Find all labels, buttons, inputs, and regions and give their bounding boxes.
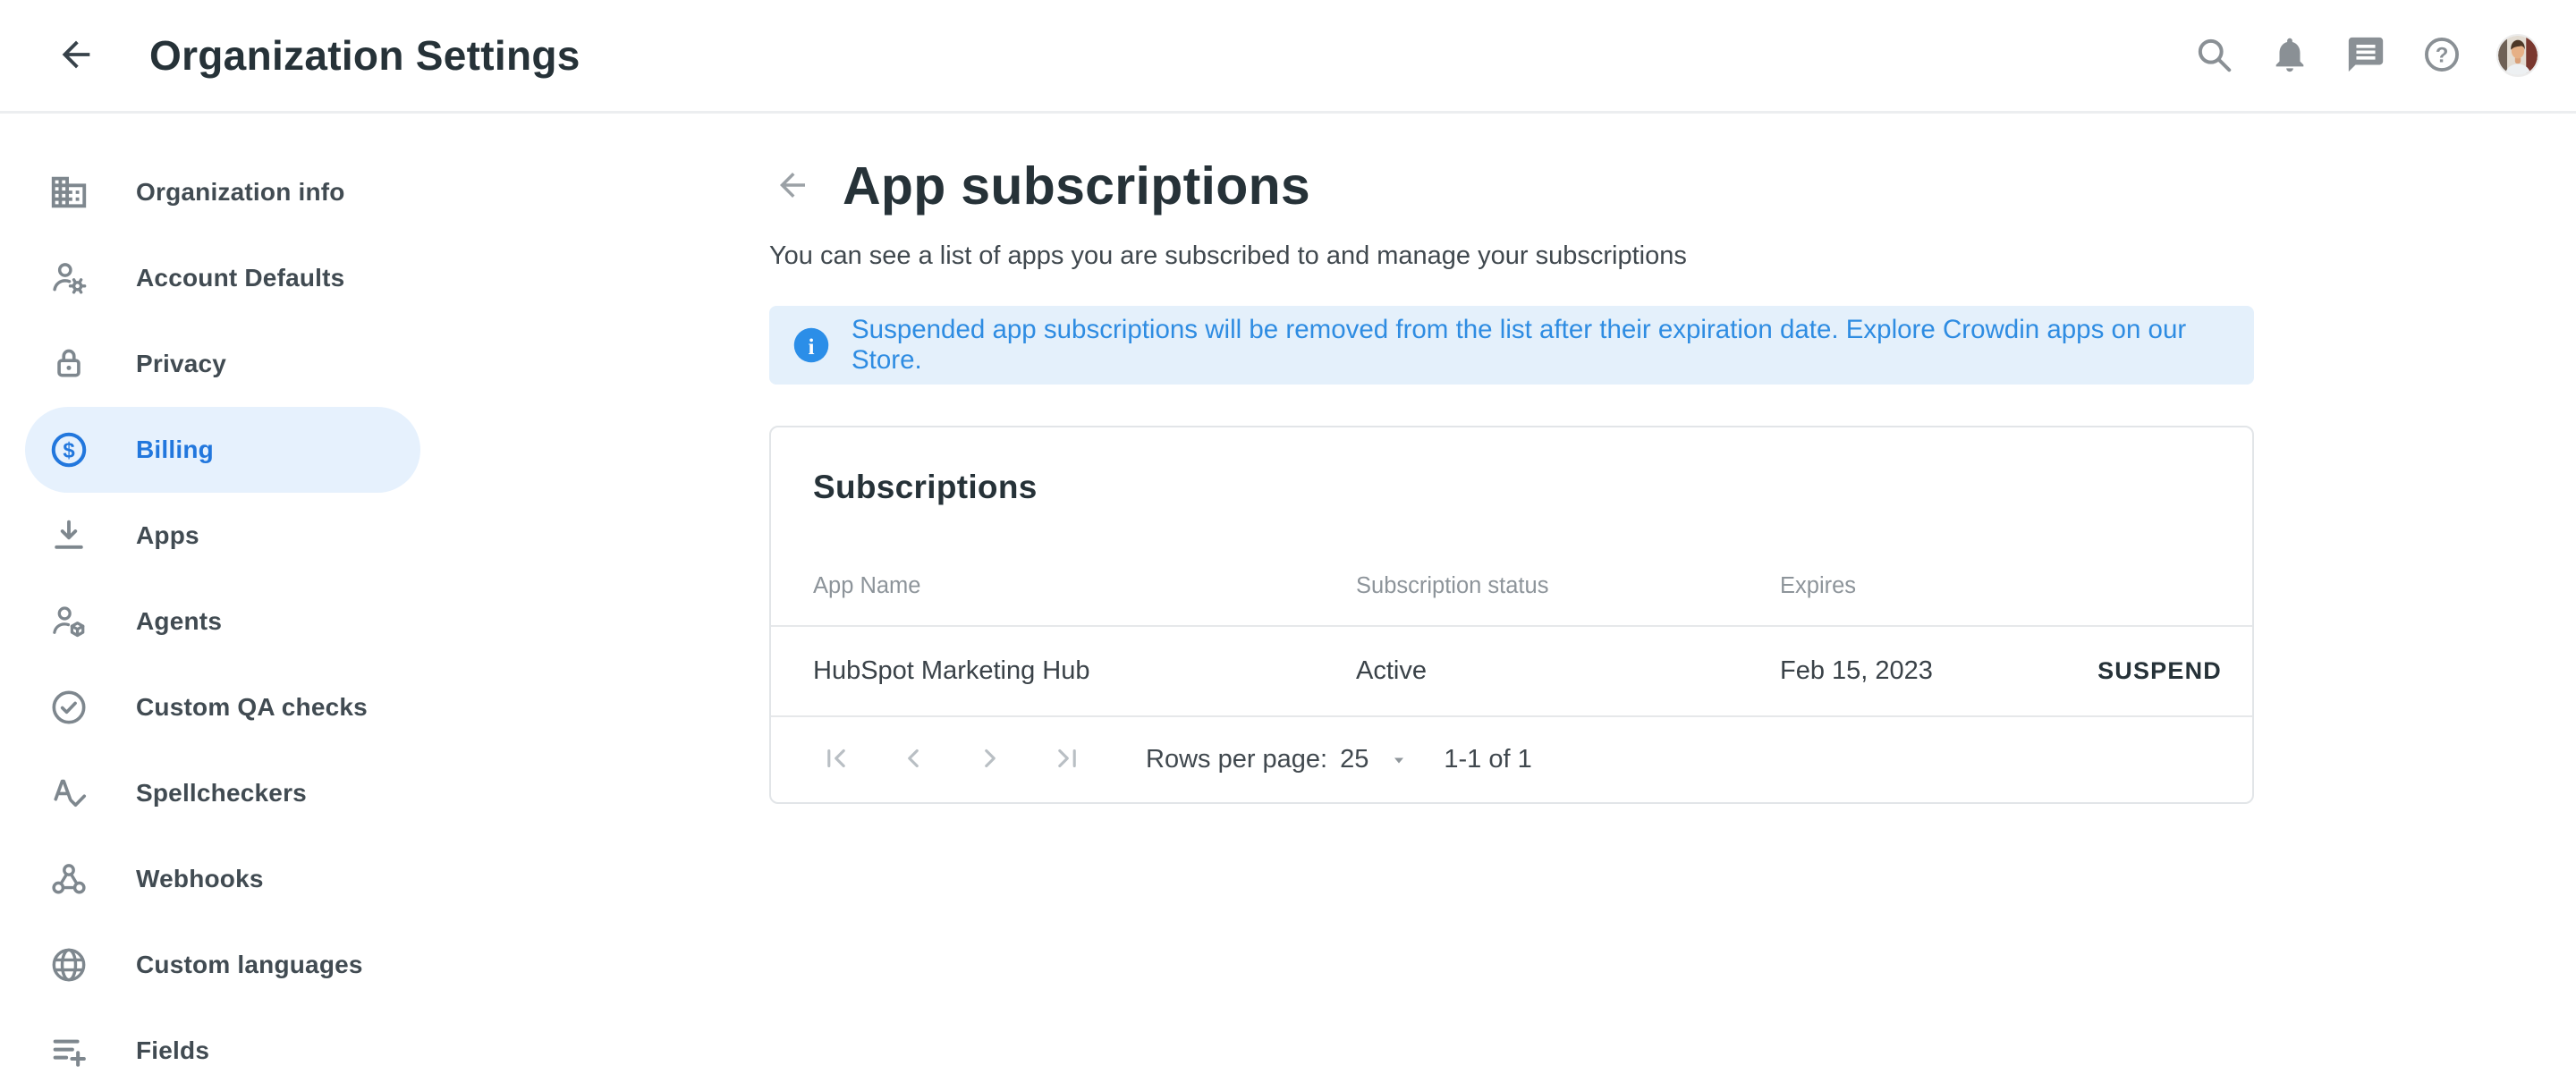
sidebar-item-custom-qa-checks[interactable]: Custom QA checks [25,664,420,750]
help-icon: ? [2421,34,2462,78]
svg-text:$: $ [63,439,74,463]
sidebar-item-agents[interactable]: Agents [25,579,420,664]
sidebar-item-label: Webhooks [136,865,264,893]
bell-icon [2269,34,2310,78]
sidebar-item-label: Privacy [136,350,226,378]
lock-icon [48,343,89,385]
sidebar-item-webhooks[interactable]: Webhooks [25,836,420,922]
sidebar-item-label: Fields [136,1036,209,1065]
previous-page-button[interactable] [894,740,933,780]
sidebar-item-account-defaults[interactable]: Account Defaults [25,235,420,321]
sidebar-item-label: Custom QA checks [136,693,368,722]
sidebar-item-label: Account Defaults [136,264,344,292]
check-circle-icon [48,687,89,728]
cell-expires: Feb 15, 2023 [1780,656,2096,686]
topbar: Organization Settings [0,0,2576,114]
sidebar-item-label: Custom languages [136,951,363,979]
dollar-circle-icon: $ [48,429,89,470]
notifications-button[interactable] [2268,34,2311,77]
section-subtitle: You can see a list of apps you are subsc… [769,241,2254,271]
globe-icon [48,944,89,985]
chevron-left-icon [898,743,928,776]
sidebar-item-spellcheckers[interactable]: Spellcheckers [25,750,420,836]
cell-app-name: HubSpot Marketing Hub [813,656,1356,686]
main-content: App subscriptions You can see a list of … [769,114,2254,804]
column-header-app-name: App Name [813,573,1356,599]
card-title: Subscriptions [813,469,2252,506]
chevron-down-icon [1388,749,1410,771]
section-back-button[interactable] [771,165,814,207]
back-button[interactable] [54,33,98,78]
sidebar-item-label: Apps [136,521,199,550]
info-banner: i Suspended app subscriptions will be re… [769,306,2254,385]
next-page-button[interactable] [970,740,1010,780]
topbar-actions: ? [2159,34,2539,77]
info-banner-text: Suspended app subscriptions will be remo… [852,315,2227,376]
page-title: Organization Settings [149,31,580,80]
pagination-bar: Rows per page: 25 1-1 of 1 [771,717,2252,802]
messages-button[interactable] [2344,34,2387,77]
sidebar-item-label: Spellcheckers [136,779,307,808]
sidebar-item-billing[interactable]: $ Billing [25,407,420,493]
download-icon [48,515,89,556]
sidebar-item-label: Agents [136,607,222,636]
sidebar-item-label: Organization info [136,178,345,207]
column-header-expires: Expires [1780,573,2224,599]
svg-text:?: ? [2436,43,2449,67]
pagination-range: 1-1 of 1 [1444,745,1531,774]
sidebar-item-label: Billing [136,436,214,464]
playlist-add-icon [48,1030,89,1071]
last-page-button[interactable] [1047,740,1087,780]
subscriptions-card: Subscriptions App Name Subscription stat… [769,426,2254,804]
chat-icon [2345,34,2386,78]
suspend-button[interactable]: SUSPEND [2096,652,2224,690]
svg-text:i: i [808,334,814,359]
search-icon [2193,34,2234,78]
arrow-left-icon [774,166,811,207]
rows-per-page-select[interactable]: 25 [1340,745,1410,774]
cell-subscription-status: Active [1356,656,1780,686]
section-head: App subscriptions [769,154,2254,218]
section-title: App subscriptions [843,156,1310,216]
sidebar-item-organization-info[interactable]: Organization info [25,149,420,235]
chevron-right-icon [975,743,1005,776]
agent-cube-icon [48,601,89,642]
rows-per-page-label: Rows per page: [1146,745,1327,774]
help-button[interactable]: ? [2420,34,2463,77]
building-icon [48,172,89,213]
sidebar-item-fields[interactable]: Fields [25,1008,420,1091]
settings-sidebar: Organization info Account Defaults [0,114,420,1091]
sidebar-item-privacy[interactable]: Privacy [25,321,420,407]
rows-per-page-value: 25 [1340,745,1368,774]
organization-settings-page: Organization Settings [0,0,2576,1091]
webhook-icon [48,858,89,900]
first-page-button[interactable] [817,740,856,780]
arrow-left-icon [55,34,97,78]
table-row: HubSpot Marketing Hub Active Feb 15, 202… [771,627,2252,715]
column-header-subscription-status: Subscription status [1356,573,1780,599]
info-icon: i [792,326,830,364]
account-gear-icon [48,258,89,299]
user-avatar[interactable] [2496,34,2539,77]
search-button[interactable] [2192,34,2235,77]
page-body: Organization info Account Defaults [0,114,2576,1091]
sidebar-item-apps[interactable]: Apps [25,493,420,579]
first-page-icon [821,743,852,776]
spellcheck-icon [48,773,89,814]
sidebar-item-custom-languages[interactable]: Custom languages [25,922,420,1008]
table-header-row: App Name Subscription status Expires [771,566,2252,605]
last-page-icon [1052,743,1082,776]
